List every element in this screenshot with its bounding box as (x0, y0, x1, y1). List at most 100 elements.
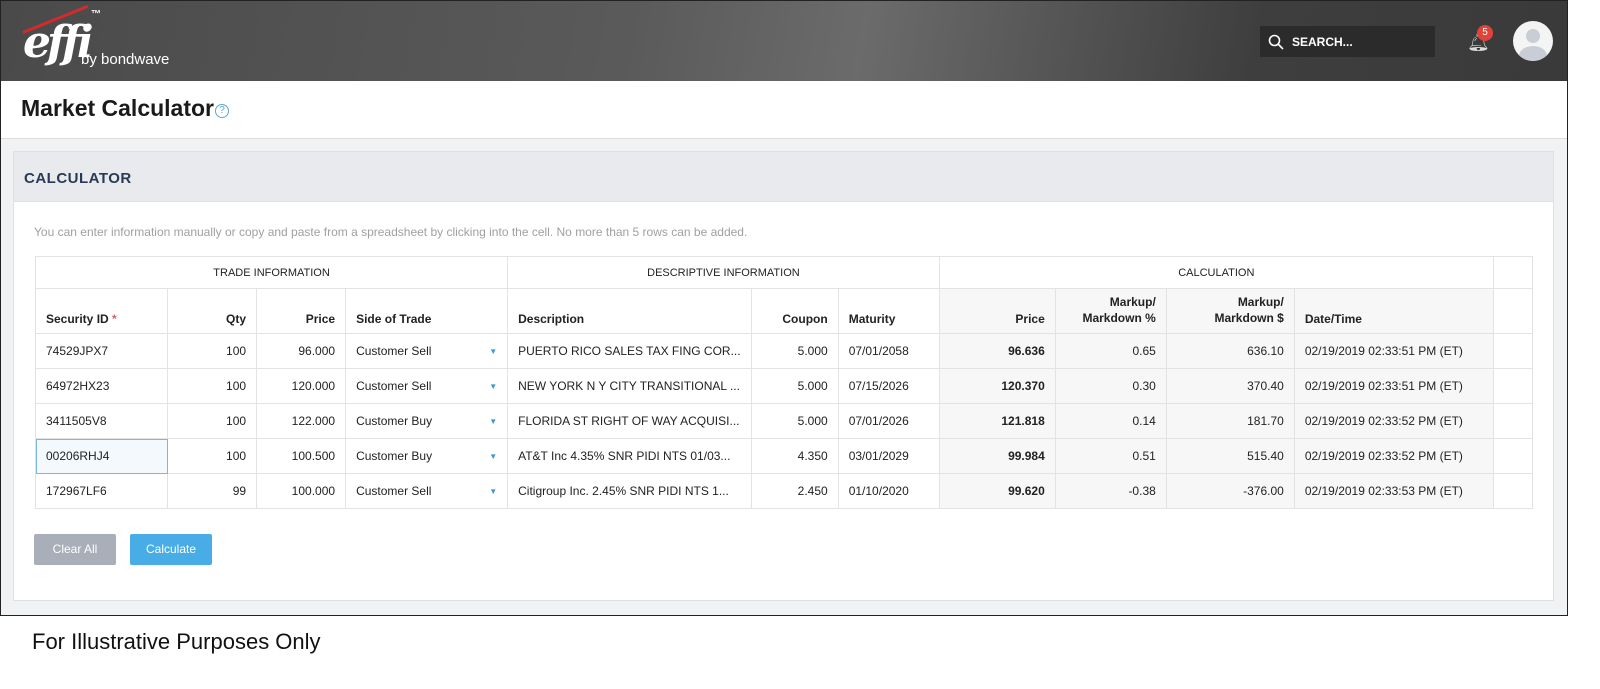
price-cell[interactable]: 122.000 (256, 403, 347, 439)
qty-cell[interactable]: 100 (167, 403, 258, 439)
chevron-down-icon[interactable]: ▼ (489, 452, 497, 461)
notification-badge: 5 (1477, 25, 1493, 41)
markup-usd-cell: -376.00 (1165, 473, 1295, 509)
panel-heading: CALCULATOR (14, 152, 1553, 202)
title-bar: Market Calculator ? (1, 81, 1567, 139)
markup-usd-cell: 636.10 (1165, 333, 1295, 369)
description-cell: AT&T Inc 4.35% SNR PIDI NTS 01/03... (507, 438, 752, 474)
security-id-cell[interactable]: 00206RHJ4 (34, 438, 169, 474)
calc-price-cell: 99.620 (938, 473, 1056, 509)
table-row: 3411505V8 100 122.000 Customer Buy ▼ FLOR… (34, 403, 1534, 439)
side-of-trade-select[interactable]: Customer Sell ▼ (345, 473, 509, 509)
datetime-cell: 02/19/2019 02:33:52 PM (ET) (1293, 438, 1494, 474)
side-value: Customer Sell (356, 484, 432, 498)
markup-pct-cell: -0.38 (1054, 473, 1167, 509)
coupon-cell: 5.000 (750, 403, 839, 439)
security-id-cell[interactable]: 74529JPX7 (34, 333, 169, 369)
empty-cell (1492, 403, 1534, 439)
col-datetime: Date/Time (1293, 288, 1494, 334)
table-row: 172967LF6 99 100.000 Customer Sell ▼ Citi… (34, 473, 1534, 509)
app-window: effi ™ by bondwave SEARCH... 🔔︎ 5 Market… (0, 0, 1568, 616)
top-bar: effi ™ by bondwave SEARCH... 🔔︎ 5 (1, 1, 1567, 81)
qty-cell[interactable]: 99 (167, 473, 258, 509)
col-calc-price: Price (938, 288, 1056, 334)
chevron-down-icon[interactable]: ▼ (489, 347, 497, 356)
chevron-down-icon[interactable]: ▼ (489, 487, 497, 496)
clear-all-button[interactable]: Clear All (34, 534, 116, 565)
search-placeholder: SEARCH... (1292, 34, 1353, 49)
coupon-cell: 2.450 (750, 473, 839, 509)
description-cell: Citigroup Inc. 2.45% SNR PIDI NTS 1... (507, 473, 752, 509)
empty-cell (1492, 368, 1534, 404)
maturity-cell: 01/10/2020 (837, 473, 940, 509)
price-cell[interactable]: 100.500 (256, 438, 347, 474)
chevron-down-icon[interactable]: ▼ (489, 417, 497, 426)
col-qty: Qty (167, 288, 258, 334)
datetime-cell: 02/19/2019 02:33:53 PM (ET) (1293, 473, 1494, 509)
calc-price-cell: 96.636 (938, 333, 1056, 369)
col-maturity: Maturity (837, 288, 940, 334)
calculator-table: TRADE INFORMATION DESCRIPTIVE INFORMATIO… (34, 256, 1534, 509)
empty-cell (1492, 473, 1534, 509)
col-side: Side of Trade (345, 288, 509, 334)
table-row: 64972HX23 100 120.000 Customer Sell ▼ NEW… (34, 368, 1534, 404)
side-of-trade-select[interactable]: Customer Sell ▼ (345, 333, 509, 369)
col-security-id: Security ID * (34, 288, 169, 334)
security-id-cell[interactable]: 3411505V8 (34, 403, 169, 439)
table-row: 00206RHJ4 100 100.500 Customer Buy ▼ AT&T… (34, 438, 1534, 474)
markup-pct-cell: 0.51 (1054, 438, 1167, 474)
chevron-down-icon[interactable]: ▼ (489, 382, 497, 391)
price-cell[interactable]: 100.000 (256, 473, 347, 509)
calculator-panel: CALCULATOR You can enter information man… (13, 151, 1554, 601)
security-id-cell[interactable]: 172967LF6 (34, 473, 169, 509)
table-row: 74529JPX7 100 96.000 Customer Sell ▼ PUER… (34, 333, 1534, 369)
group-calculation: CALCULATION (938, 256, 1494, 289)
side-of-trade-select[interactable]: Customer Buy ▼ (345, 438, 509, 474)
maturity-cell: 07/01/2058 (837, 333, 940, 369)
price-cell[interactable]: 120.000 (256, 368, 347, 404)
qty-cell[interactable]: 100 (167, 368, 258, 404)
group-descriptive-information: DESCRIPTIVE INFORMATION (507, 256, 940, 289)
caption: For Illustrative Purposes Only (32, 629, 321, 654)
help-icon[interactable]: ? (215, 104, 229, 118)
markup-pct-cell: 0.30 (1054, 368, 1167, 404)
effi-logo[interactable]: effi ™ by bondwave (22, 4, 203, 75)
coupon-cell: 5.000 (750, 333, 839, 369)
calculate-button[interactable]: Calculate (130, 534, 212, 565)
datetime-cell: 02/19/2019 02:33:52 PM (ET) (1293, 403, 1494, 439)
side-value: Customer Sell (356, 344, 432, 358)
calc-price-cell: 121.818 (938, 403, 1056, 439)
maturity-cell: 07/01/2026 (837, 403, 940, 439)
empty-cell (1492, 333, 1534, 369)
logo-text: effi (23, 17, 94, 68)
description-cell: NEW YORK N Y CITY TRANSITIONAL ... (507, 368, 752, 404)
avatar[interactable] (1513, 21, 1553, 61)
search-icon (1268, 34, 1284, 50)
logo-by: by bondwave (81, 51, 170, 68)
description-cell: FLORIDA ST RIGHT OF WAY ACQUISI... (507, 403, 752, 439)
markup-usd-cell: 370.40 (1165, 368, 1295, 404)
qty-cell[interactable]: 100 (167, 333, 258, 369)
side-value: Customer Buy (356, 414, 433, 428)
price-cell[interactable]: 96.000 (256, 333, 347, 369)
col-markup-usd: Markup/ Markdown $ (1165, 288, 1295, 334)
security-id-cell[interactable]: 64972HX23 (34, 368, 169, 404)
side-of-trade-select[interactable]: Customer Sell ▼ (345, 368, 509, 404)
qty-cell[interactable]: 100 (167, 438, 258, 474)
col-empty (1492, 288, 1534, 334)
coupon-cell: 5.000 (750, 368, 839, 404)
side-of-trade-select[interactable]: Customer Buy ▼ (345, 403, 509, 439)
group-trade-information: TRADE INFORMATION (34, 256, 509, 289)
logo-tm: ™ (91, 9, 101, 20)
col-coupon: Coupon (750, 288, 839, 334)
calc-price-cell: 99.984 (938, 438, 1056, 474)
required-marker: * (112, 312, 117, 326)
coupon-cell: 4.350 (750, 438, 839, 474)
markup-pct-cell: 0.14 (1054, 403, 1167, 439)
maturity-cell: 07/15/2026 (837, 368, 940, 404)
col-description: Description (507, 288, 752, 334)
search-input[interactable]: SEARCH... (1260, 26, 1435, 57)
side-value: Customer Buy (356, 449, 433, 463)
description-cell: PUERTO RICO SALES TAX FING COR... (507, 333, 752, 369)
markup-usd-cell: 515.40 (1165, 438, 1295, 474)
